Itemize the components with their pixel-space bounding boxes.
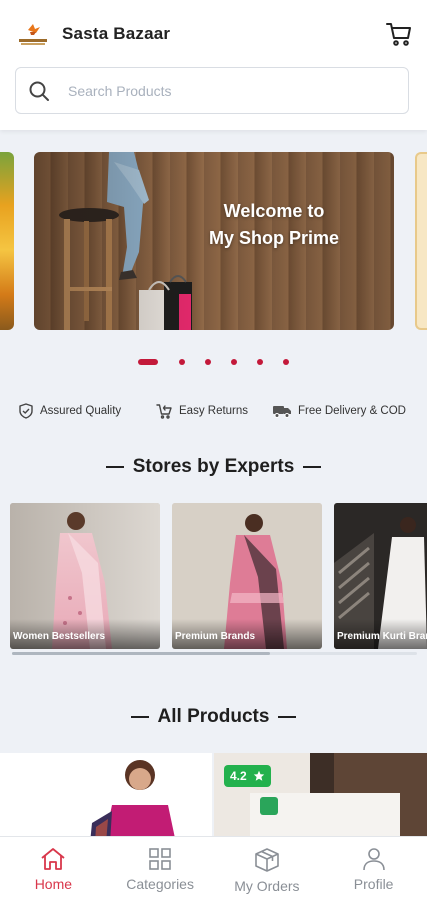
- stores-scrollbar[interactable]: [12, 652, 417, 655]
- carousel-dot[interactable]: [257, 359, 263, 365]
- store-card[interactable]: Premium Kurti Brands: [334, 503, 427, 649]
- return-cart-icon: [156, 404, 172, 419]
- nav-label: My Orders: [234, 878, 300, 894]
- feature-strip: Assured Quality Easy Returns Free Delive…: [0, 403, 427, 425]
- feature-assured-quality: Assured Quality: [18, 403, 121, 419]
- feature-label: Easy Returns: [179, 405, 249, 417]
- search-icon: [28, 80, 50, 102]
- products-title-text: All Products: [157, 706, 270, 727]
- rating-value: 4.2: [230, 769, 247, 783]
- nav-home[interactable]: Home: [0, 837, 107, 900]
- person-icon: [362, 848, 385, 871]
- scrollbar-thumb[interactable]: [12, 652, 270, 655]
- nav-categories[interactable]: Categories: [107, 837, 214, 900]
- feature-free-delivery: Free Delivery & COD: [272, 403, 406, 419]
- cart-icon[interactable]: [385, 20, 413, 48]
- title-dash: [130, 716, 149, 718]
- carousel-dot[interactable]: [205, 359, 211, 365]
- banner-slide[interactable]: Welcome to My Shop Prime: [34, 152, 394, 330]
- home-icon: [41, 848, 65, 870]
- title-dash: [278, 716, 297, 718]
- logo-icon: [16, 18, 50, 50]
- nav-my-orders[interactable]: My Orders: [214, 837, 321, 900]
- banner-line-2: My Shop Prime: [208, 228, 340, 248]
- nav-label: Home: [34, 876, 73, 892]
- store-label: Premium Kurti Brands: [334, 619, 427, 649]
- shield-check-icon: [19, 403, 33, 419]
- product-card[interactable]: 4.2: [214, 753, 427, 843]
- stores-section-title: Stores by Experts: [0, 456, 427, 478]
- box-icon: [255, 848, 279, 872]
- carousel-dot[interactable]: [283, 359, 289, 365]
- banner-text: Welcome to My Shop Prime: [204, 198, 344, 252]
- nav-label: Profile: [353, 876, 394, 892]
- search-bar[interactable]: [15, 67, 409, 114]
- feature-label: Assured Quality: [40, 405, 122, 417]
- truck-icon: [273, 406, 291, 418]
- store-card[interactable]: Premium Brands: [172, 503, 322, 649]
- title-dash: [105, 466, 124, 468]
- store-label: Women Bestsellers: [10, 619, 160, 649]
- app-header: Sasta Bazaar: [0, 0, 427, 130]
- rating-badge: 4.2: [224, 765, 271, 787]
- app-title: Sasta Bazaar: [62, 24, 171, 43]
- star-icon: [253, 770, 264, 781]
- brand[interactable]: Sasta Bazaar: [16, 18, 170, 50]
- store-card[interactable]: Women Bestsellers: [10, 503, 160, 649]
- product-image: [0, 753, 212, 843]
- stores-title-text: Stores by Experts: [132, 456, 295, 477]
- nav-label: Categories: [126, 876, 194, 892]
- stores-carousel[interactable]: Women Bestsellers Premium Brands Premium…: [10, 503, 427, 649]
- title-dash: [303, 466, 322, 468]
- store-label: Premium Brands: [172, 619, 322, 649]
- grid-icon: [149, 848, 171, 870]
- feature-label: Free Delivery & COD: [298, 405, 406, 417]
- banner-prev-peek[interactable]: [0, 152, 14, 330]
- products-section-title: All Products: [0, 706, 427, 728]
- carousel-dot[interactable]: [231, 359, 237, 365]
- carousel-dot[interactable]: [179, 359, 185, 365]
- nav-profile[interactable]: Profile: [320, 837, 427, 900]
- feature-easy-returns: Easy Returns: [156, 403, 248, 419]
- carousel-dot[interactable]: [138, 359, 158, 365]
- product-card[interactable]: [0, 753, 212, 843]
- banner-line-1: Welcome to: [223, 201, 325, 221]
- banner-next-peek[interactable]: [415, 152, 427, 330]
- carousel-indicators: [0, 357, 427, 367]
- bottom-navigation: Home Categories My Orders Profile: [0, 836, 427, 900]
- search-input[interactable]: [68, 82, 368, 99]
